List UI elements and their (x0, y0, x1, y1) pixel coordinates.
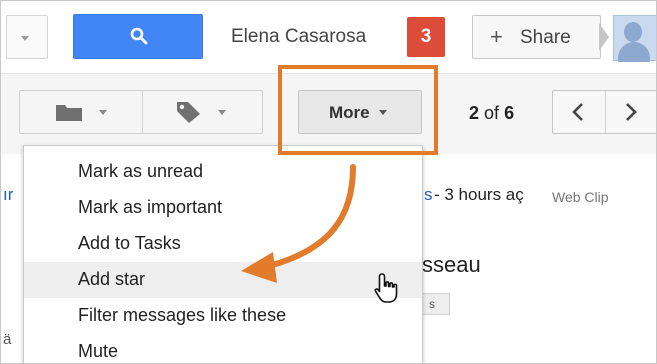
pager-total: 6 (504, 103, 515, 123)
pagination-nav (552, 90, 656, 134)
notification-badge[interactable]: 3 (407, 17, 445, 57)
move-to-button[interactable] (20, 91, 142, 133)
message-time: - 3 hours aç (434, 185, 524, 204)
newer-button[interactable] (553, 91, 605, 133)
edge-text-fragment: ä (3, 331, 12, 348)
menu-item-filter-messages[interactable]: Filter messages like these (24, 298, 422, 334)
search-button[interactable] (73, 14, 203, 59)
labels-button[interactable] (143, 91, 263, 133)
more-actions-menu: Mark as unread Mark as important Add to … (23, 145, 423, 363)
search-icon (130, 27, 148, 45)
menu-item-add-star[interactable]: Add star (24, 262, 422, 298)
menu-item-label: Mark as important (78, 197, 223, 217)
chevron-down-icon (99, 110, 107, 115)
avatar-body (618, 42, 650, 62)
hand-pointer-icon (374, 273, 398, 303)
menu-item-mute[interactable]: Mute (24, 334, 422, 363)
pagination-text: 2 of 6 (469, 103, 514, 124)
share-button[interactable]: + Share (472, 15, 601, 59)
share-arrow-notch (599, 23, 609, 51)
web-clip-label[interactable]: Web Clip (552, 189, 609, 205)
menu-item-add-to-tasks[interactable]: Add to Tasks (24, 226, 422, 262)
chevron-left-icon (572, 103, 583, 121)
chevron-down-icon (21, 36, 29, 41)
pager-of: of (484, 103, 500, 123)
folder-icon (56, 105, 82, 121)
avatar-head (624, 22, 642, 42)
older-button[interactable] (606, 91, 656, 133)
top-bar: Elena Casarosa 3 + Share (1, 1, 656, 73)
menu-item-label: Filter messages like these (78, 305, 287, 325)
menu-item-label: Mute (78, 341, 119, 361)
chevron-down-icon (218, 110, 226, 115)
gmail-screen: Elena Casarosa 3 + Share More 2 of 6 ır … (0, 0, 657, 364)
move-label-button-group (19, 90, 263, 134)
plus-icon: + (490, 24, 503, 49)
share-label: Share (520, 27, 571, 48)
avatar[interactable] (613, 15, 656, 62)
subject-fragment: sseau (422, 252, 481, 277)
menu-item-label: Add to Tasks (78, 233, 181, 253)
time-link-fragment[interactable]: s (424, 185, 433, 205)
label-tag-icon (177, 102, 200, 123)
search-options-dropdown[interactable] (6, 15, 48, 59)
pager-current: 2 (469, 103, 480, 123)
menu-item-mark-as-important[interactable]: Mark as important (24, 190, 422, 226)
label-chip-fragment[interactable]: s (422, 293, 450, 315)
chevron-right-icon (626, 103, 637, 121)
annotation-highlight-box (278, 65, 438, 155)
menu-item-label: Add star (78, 269, 146, 289)
menu-item-mark-as-unread[interactable]: Mark as unread (24, 154, 422, 190)
user-name[interactable]: Elena Casarosa (231, 26, 366, 48)
menu-item-label: Mark as unread (78, 161, 204, 181)
sender-link-fragment[interactable]: ır (3, 185, 13, 205)
